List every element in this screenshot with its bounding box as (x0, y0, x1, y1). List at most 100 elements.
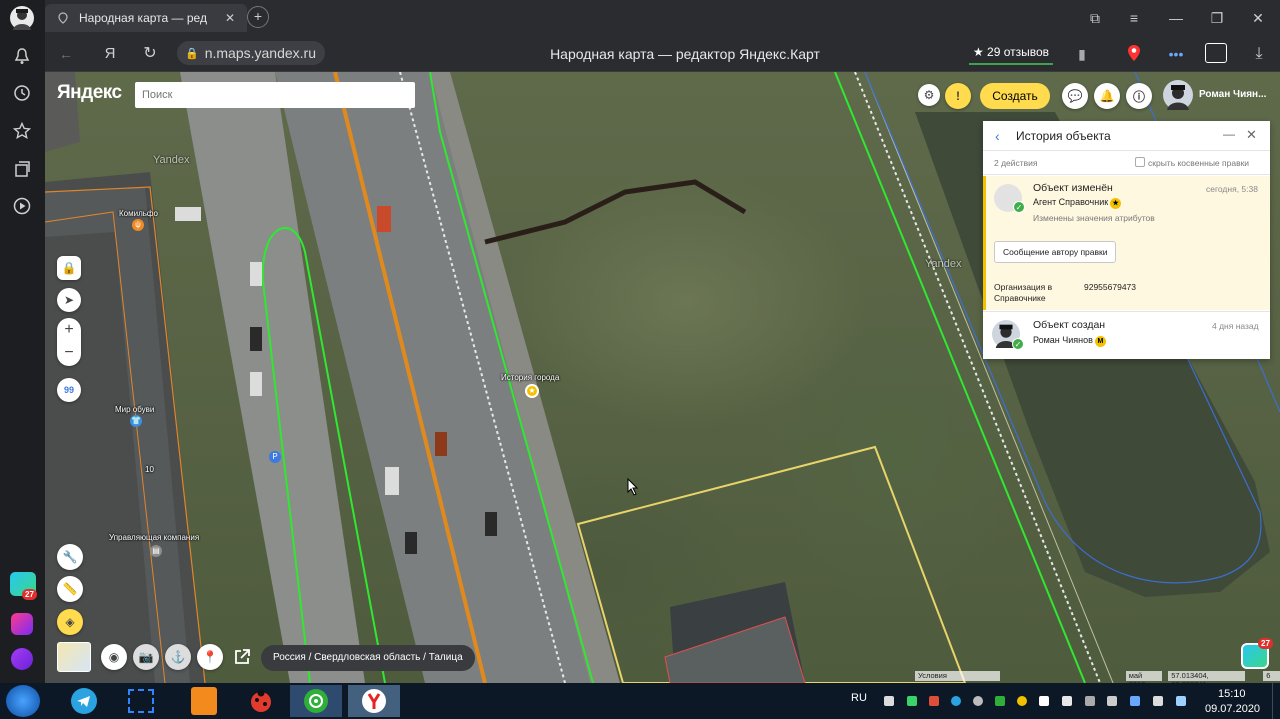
tray-icon-3[interactable] (929, 696, 939, 706)
start-button[interactable] (6, 685, 40, 717)
restore-icon[interactable]: ❐ (1204, 6, 1230, 30)
poi-office-icon[interactable]: ▤ (150, 545, 162, 557)
tray-icon-10[interactable] (1085, 696, 1095, 706)
ruler-button[interactable]: 📏 (57, 576, 83, 602)
message-author-button[interactable]: Сообщение автору правки (994, 241, 1117, 263)
item-author[interactable]: Роман Чиянов M (1033, 335, 1106, 347)
tray-icon-9[interactable] (1062, 696, 1072, 706)
star-icon[interactable] (12, 121, 32, 140)
poi-history-icon[interactable]: ★ (525, 384, 539, 398)
tray-icon-2[interactable] (907, 696, 917, 706)
parking-icon[interactable]: P (269, 451, 281, 463)
clock-time[interactable]: 15:10 (1218, 688, 1246, 700)
tray-icon-4[interactable] (951, 696, 961, 706)
download-icon[interactable]: ⤓ (1246, 42, 1272, 66)
telegram-icon[interactable] (58, 685, 110, 717)
profile-avatar[interactable] (10, 6, 34, 30)
agent-badge-icon: ★ (1110, 198, 1122, 209)
tray-icon-6[interactable] (995, 696, 1005, 706)
mouse-cursor-icon (627, 477, 639, 496)
history-icon[interactable] (13, 84, 31, 102)
person-button[interactable]: ◉ (101, 644, 127, 670)
create-button[interactable]: Создать (980, 83, 1050, 109)
tray-icon-1[interactable] (884, 696, 894, 706)
close-panel-icon[interactable]: ✕ (1246, 127, 1257, 143)
alert-button[interactable]: ! (945, 83, 971, 109)
network-icon[interactable] (1176, 696, 1186, 706)
map-canvas[interactable]: Яндекс Yandex Yandex Комильфо ψ Мир обув… (45, 72, 1280, 683)
bell-icon[interactable] (13, 47, 31, 65)
language-indicator[interactable]: RU (851, 692, 867, 704)
user-avatar[interactable] (1163, 80, 1193, 110)
address-bar[interactable]: 🔒 n.maps.yandex.ru (177, 41, 325, 65)
history-item-created[interactable]: ✓ Объект создан 4 дня назад Роман Чиянов… (983, 311, 1270, 359)
comments-button[interactable]: 💬 (1062, 83, 1088, 109)
terms-link[interactable]: Условия использования (915, 671, 1000, 683)
lock-button[interactable]: 🔒 (57, 256, 81, 280)
item-time: сегодня, 5:38 (1206, 184, 1258, 194)
tray-icon-7[interactable] (1017, 696, 1027, 706)
house-number: 10 (145, 465, 154, 474)
pin-button[interactable]: 📍 (197, 644, 223, 670)
tools-button[interactable]: 🔧 (57, 544, 83, 570)
zoom-out-button[interactable]: − (57, 342, 81, 366)
play-icon[interactable] (13, 197, 31, 215)
poi-komilfo-icon[interactable]: ψ (132, 219, 144, 231)
locate-button[interactable]: ➤ (57, 288, 81, 312)
minimize-panel-icon[interactable]: — (1223, 127, 1235, 141)
zoom-in-button[interactable]: + (57, 318, 81, 342)
pdf-app-icon[interactable] (178, 685, 230, 717)
yandex-button[interactable]: Я (97, 42, 123, 66)
tray-icon-8[interactable] (1039, 696, 1049, 706)
breadcrumb[interactable]: Россия / Свердловская область / Талица (261, 645, 475, 671)
item-heading: Объект создан (1033, 319, 1106, 331)
poi-shoes-icon[interactable]: 👕 (130, 415, 142, 427)
settings-button[interactable]: ⚙ (918, 84, 940, 106)
yandex-browser-taskbar-icon[interactable] (348, 685, 400, 717)
minimize-icon[interactable]: — (1163, 6, 1189, 30)
info-button[interactable]: ⓘ (1126, 83, 1152, 109)
indirect-label[interactable]: скрыть косвенные правки (1148, 158, 1249, 168)
tray-icon-12[interactable] (1130, 696, 1140, 706)
new-tab-button[interactable]: + (247, 6, 269, 28)
bookmark-icon[interactable]: ▮ (1069, 42, 1095, 66)
approved-check-icon: ✓ (1012, 338, 1024, 350)
tray-icon-11[interactable] (1107, 696, 1117, 706)
close-window-icon[interactable]: ✕ (1245, 6, 1271, 30)
yandex-logo[interactable]: Яндекс (57, 82, 122, 104)
tray-icon-5[interactable] (973, 696, 983, 706)
tabs-manager-icon[interactable]: ⧉ (1082, 6, 1108, 30)
history-item-changed[interactable]: ✓ Объект изменён сегодня, 5:38 Агент Спр… (983, 176, 1270, 310)
map-type-thumbnail[interactable] (57, 642, 91, 672)
network-app-icon[interactable] (290, 685, 342, 717)
panorama-button[interactable]: ⚓ (165, 644, 191, 670)
reviews-button[interactable]: ★ 29 отзывов (969, 41, 1053, 65)
search-input[interactable] (135, 82, 415, 108)
share-link-icon[interactable] (233, 648, 251, 666)
notifications-button[interactable]: 🔔 (1094, 83, 1120, 109)
show-desktop-button[interactable] (1272, 683, 1280, 719)
screenshot-tool-icon[interactable] (115, 685, 167, 717)
back-arrow-icon[interactable]: ← (53, 42, 79, 66)
layers-button[interactable]: ◈ (57, 609, 83, 635)
alice-icon[interactable] (11, 648, 33, 670)
market-icon[interactable] (11, 613, 33, 635)
user-name[interactable]: Роман Чиян... (1199, 89, 1266, 100)
item-time: 4 дня назад (1212, 321, 1259, 331)
camera-button[interactable]: 📷 (133, 644, 159, 670)
item-author[interactable]: Агент Справочник ★ (1033, 197, 1122, 209)
translate-icon[interactable] (1205, 43, 1227, 63)
reload-icon[interactable]: ↻ (137, 42, 163, 66)
tab-close-icon[interactable]: ✕ (225, 11, 235, 25)
ladybug-app-icon[interactable] (235, 685, 287, 717)
collections-icon[interactable] (13, 160, 31, 178)
more-icon[interactable]: ••• (1163, 42, 1189, 66)
geo-pin-icon[interactable] (1127, 44, 1141, 62)
volume-icon[interactable] (1153, 696, 1163, 706)
menu-icon[interactable]: ≡ (1121, 6, 1147, 30)
back-chevron-icon[interactable]: ‹ (995, 128, 1000, 144)
counter-badge[interactable]: 99 (57, 378, 81, 402)
tab-active[interactable]: Народная карта — ред ✕ (45, 4, 247, 32)
indirect-checkbox[interactable] (1135, 157, 1145, 167)
clock-date[interactable]: 09.07.2020 (1205, 703, 1260, 715)
